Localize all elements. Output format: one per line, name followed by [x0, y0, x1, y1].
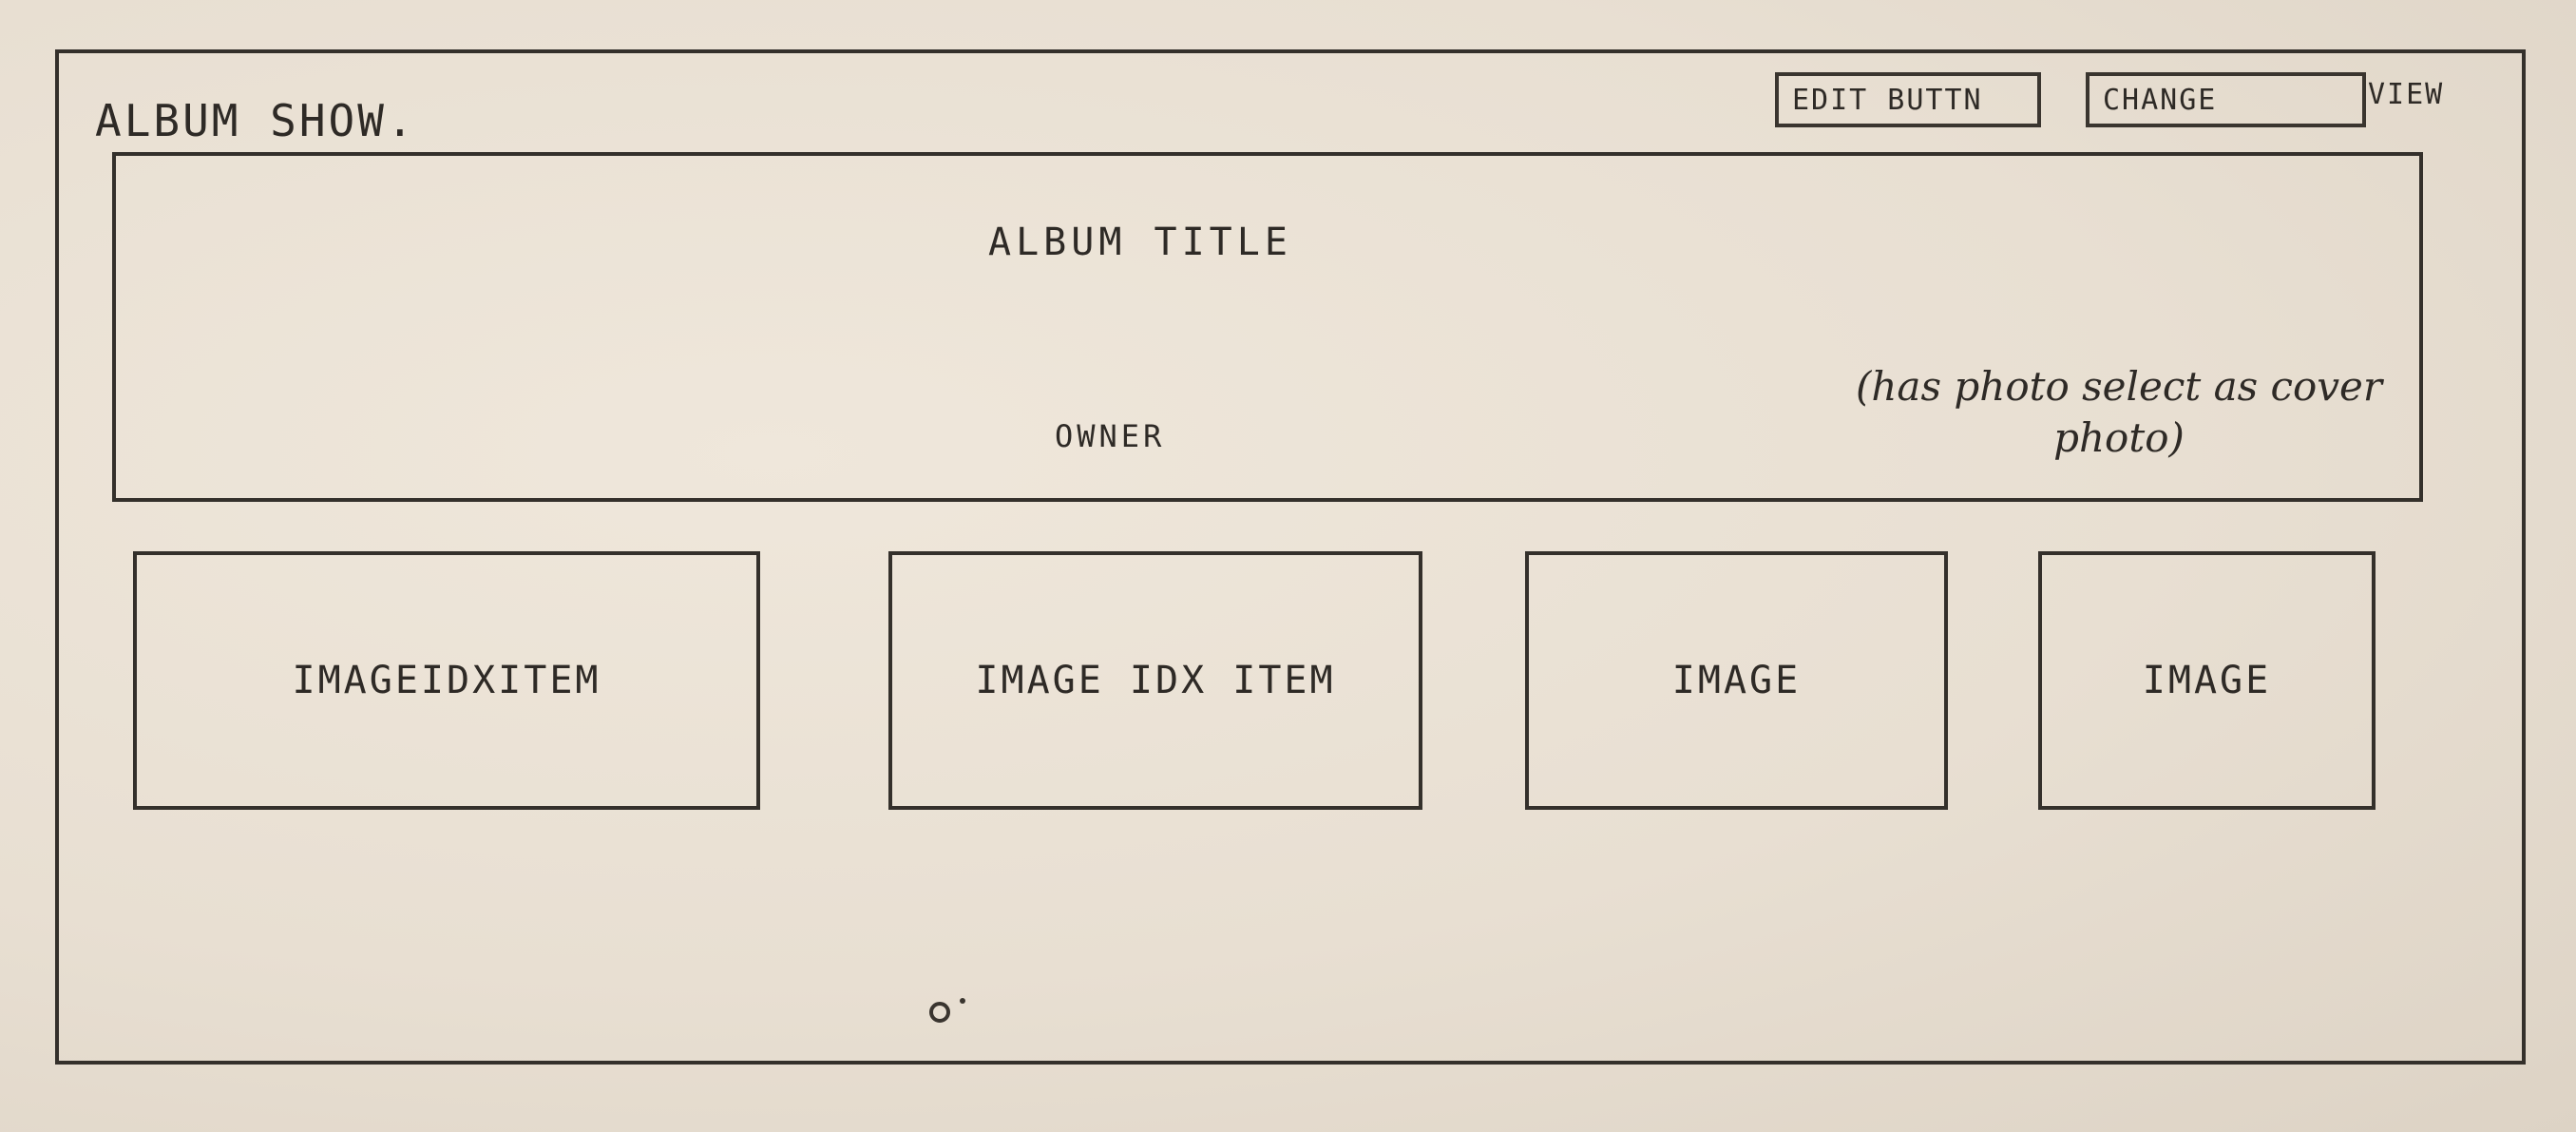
image-idx-item[interactable]: IMAGEIDXITEM	[133, 551, 760, 810]
ink-dot	[960, 998, 965, 1004]
image-item-label: IMAGEIDXITEM	[292, 659, 601, 702]
image-item-label: IMAGE	[1671, 659, 1802, 702]
edit-button[interactable]: EDIT BUTTN	[1775, 72, 2041, 127]
sketch-paper: ALBUM SHOW. EDIT BUTTN CHANGE VIEW ALBUM…	[0, 0, 2576, 1132]
ink-smudge	[929, 1002, 950, 1023]
image-idx-item[interactable]: IMAGE	[1525, 551, 1948, 810]
album-owner: OWNER	[1055, 418, 1166, 454]
album-title: ALBUM TITLE	[988, 221, 1292, 264]
image-idx-item[interactable]: IMAGE	[2038, 551, 2376, 810]
change-view-label-tail: VIEW	[2368, 78, 2445, 111]
image-idx-item[interactable]: IMAGE IDX ITEM	[888, 551, 1422, 810]
page-title: ALBUM SHOW.	[95, 95, 416, 146]
image-item-label: IMAGE IDX ITEM	[975, 659, 1336, 702]
change-view-button[interactable]: CHANGE	[2086, 72, 2366, 127]
cover-photo-note: (has photo select as cover photo)	[1856, 363, 2382, 461]
image-item-label: IMAGE	[2142, 659, 2272, 702]
